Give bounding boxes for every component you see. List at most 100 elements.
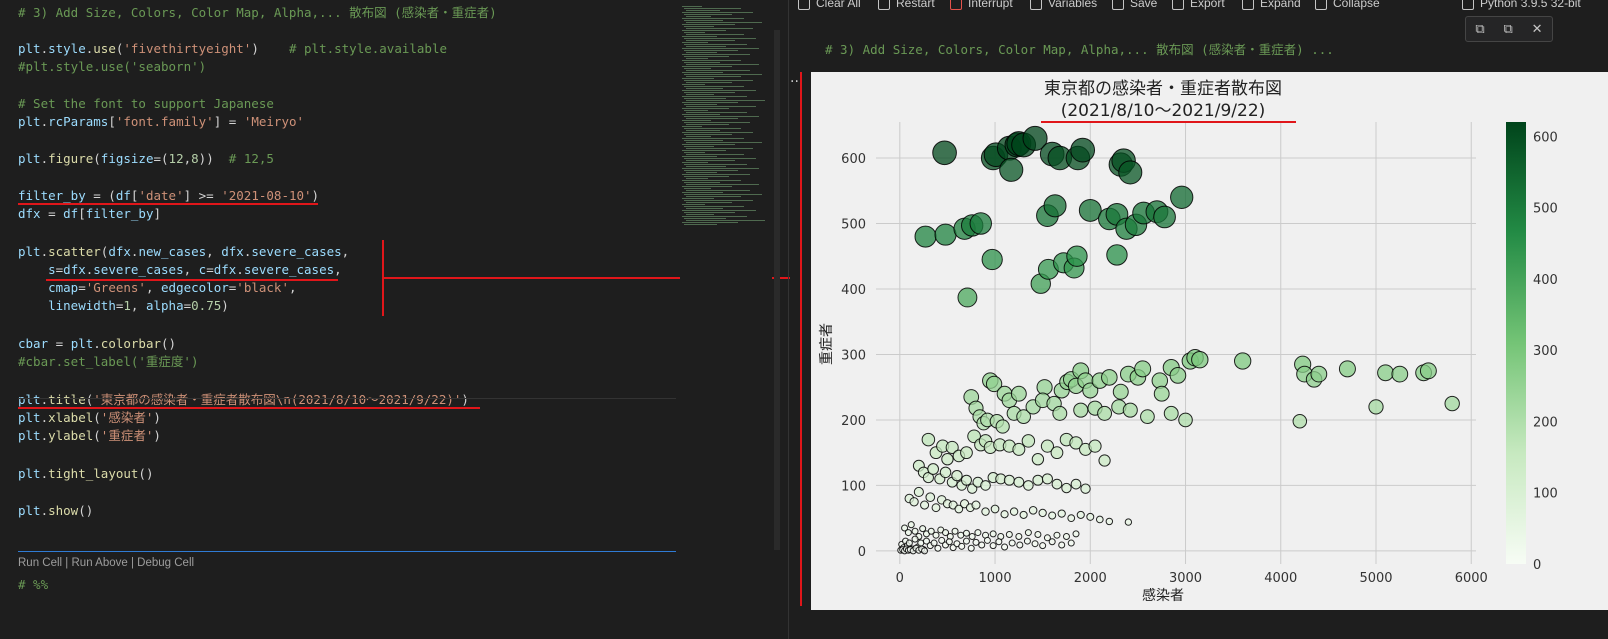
scatter-point	[1191, 350, 1209, 369]
code-token: plt	[18, 392, 41, 407]
code-token: .	[40, 428, 49, 443]
toolbar-expand-button[interactable]: Expand	[1242, 0, 1301, 10]
minimap-line	[684, 122, 750, 123]
copy-icon[interactable]: ⧉	[1475, 22, 1484, 37]
scatter-point	[1038, 508, 1047, 518]
toolbar-restart-button[interactable]: Restart	[878, 0, 935, 10]
goto-code-icon[interactable]: ⧉	[1504, 22, 1513, 37]
kernel-indicator[interactable]: Python 3.9.5 32-bit	[1462, 0, 1581, 10]
minimap-line	[684, 134, 732, 135]
minimap-line	[682, 204, 705, 205]
code-line: plt.show()	[18, 502, 93, 520]
toolbar-interrupt-button[interactable]: Interrupt	[950, 0, 1013, 10]
minimap-line	[682, 36, 717, 37]
toolbar-variables-button[interactable]: Variables	[1030, 0, 1097, 10]
toolbar-export-button[interactable]: Export	[1172, 0, 1225, 10]
minimap-line	[684, 50, 738, 51]
x-tick-label: 3000	[1169, 571, 1202, 586]
close-icon[interactable]: ✕	[1532, 22, 1543, 37]
minimap-line	[686, 16, 711, 17]
minimap-line	[684, 206, 744, 207]
code-token: .	[40, 114, 49, 129]
scatter-point	[1000, 510, 1009, 519]
code-token: ))	[198, 151, 229, 166]
scatter-point	[905, 539, 913, 547]
minimap[interactable]	[680, 0, 772, 639]
scatter-point	[1034, 531, 1042, 539]
code-token: (	[93, 428, 101, 443]
scatter-point	[913, 486, 924, 498]
code-token: tight_layout	[48, 466, 139, 481]
code-token: ()	[138, 466, 154, 481]
minimap-line	[682, 222, 738, 223]
scatter-point	[1058, 541, 1066, 549]
code-token: .	[40, 466, 49, 481]
scatter-point	[999, 157, 1024, 182]
x-tick-label: 2000	[1074, 571, 1107, 586]
scatter-point	[1098, 454, 1111, 467]
scatter-point	[1039, 542, 1047, 550]
scatter-point	[1078, 198, 1102, 222]
scatter-points	[897, 125, 1460, 555]
code-token: plt	[18, 41, 41, 56]
scatter-point	[978, 541, 986, 549]
minimap-line	[684, 44, 747, 45]
minimap-line	[684, 62, 720, 63]
scatter-point	[951, 527, 959, 535]
code-line: # %%	[18, 576, 48, 594]
toolbar-clear-all-button[interactable]: Clear All	[798, 0, 861, 10]
minimap-line	[686, 142, 762, 143]
title-annotation-underline	[1041, 121, 1296, 123]
minimap-line	[684, 158, 756, 159]
code-token: show	[48, 503, 79, 518]
code-token: plt	[18, 244, 41, 259]
scatter-point	[945, 538, 953, 546]
scatter-point	[1005, 531, 1013, 539]
code-token: #plt.style.use('seaborn')	[18, 59, 207, 74]
code-token: 12	[168, 151, 184, 166]
toolbar-collapse-button[interactable]: Collapse	[1315, 0, 1380, 10]
scatter-point	[1031, 540, 1039, 548]
run-above-link[interactable]: Run Above	[72, 557, 128, 569]
code-editor[interactable]: # 3) Add Size, Colors, Color Map, Alpha,…	[0, 0, 676, 639]
minimap-line	[684, 38, 756, 39]
scatter-point	[1169, 367, 1187, 384]
minimap-line	[684, 98, 726, 99]
code-token: cbar	[18, 336, 49, 351]
code-token: ,	[341, 244, 350, 259]
scatter-point	[995, 538, 1003, 546]
code-token: .	[93, 336, 101, 351]
minimap-line	[682, 60, 741, 61]
scatter-point	[1170, 185, 1194, 209]
scatter-point	[1051, 478, 1063, 490]
pane-divider[interactable]	[788, 0, 789, 639]
minimap-line	[686, 64, 759, 65]
scatter-point	[1140, 409, 1155, 425]
code-token: # %%	[18, 577, 49, 592]
minimap-line	[684, 188, 711, 189]
scatter-point	[1053, 531, 1061, 539]
cell-divider	[18, 398, 676, 399]
output-cell-header[interactable]: # 3) Add Size, Colors, Color Map, Alpha,…	[825, 39, 1334, 58]
code-token: scatter	[48, 244, 101, 259]
variables-icon	[1030, 0, 1042, 10]
editor-scrollbar[interactable]	[774, 30, 780, 550]
minimap-line	[682, 120, 711, 121]
minimap-line	[682, 48, 759, 49]
output-toolbar: Clear All Restart Interrupt Variables Sa…	[790, 0, 1608, 14]
code-token: ,	[334, 262, 342, 277]
run-cell-link[interactable]: Run Cell	[18, 557, 62, 569]
minimap-line	[684, 224, 717, 225]
toolbar-save-button[interactable]: Save	[1112, 0, 1157, 10]
scatter-point	[925, 492, 936, 503]
scatter-point	[932, 531, 940, 539]
debug-cell-link[interactable]: Debug Cell	[137, 557, 194, 569]
scatter-point	[1153, 205, 1176, 229]
code-line: # Set the font to support Japanese	[18, 95, 274, 113]
code-token: dfx	[108, 244, 131, 259]
colorbar-tick-label: 0	[1533, 558, 1541, 573]
y-tick-label: 500	[841, 217, 866, 232]
code-token: [	[108, 114, 116, 129]
code-token: #cbar.set_label('重症度')	[18, 354, 199, 369]
scatter-point	[957, 531, 965, 539]
